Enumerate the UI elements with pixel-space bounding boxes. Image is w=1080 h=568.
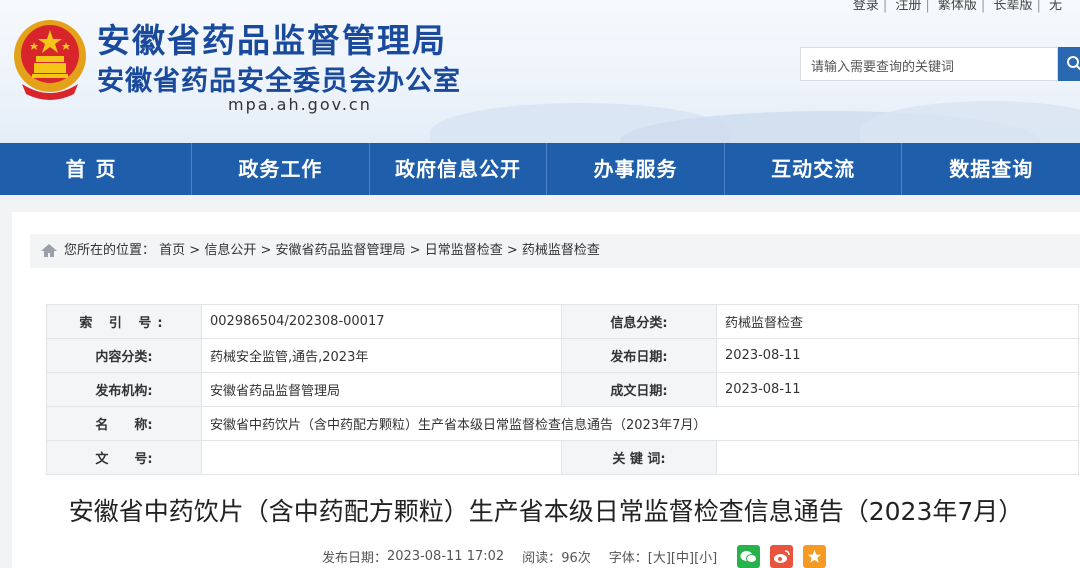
nav-interaction[interactable]: 互动交流 (725, 143, 903, 195)
nav-government-affairs[interactable]: 政务工作 (192, 143, 370, 195)
name-label: 名 称: (46, 406, 202, 441)
index-value: 002986504/202308-00017 (201, 304, 562, 339)
nav-data-query[interactable]: 数据查询 (902, 143, 1080, 195)
nav-services[interactable]: 办事服务 (547, 143, 725, 195)
national-emblem-icon (14, 20, 86, 100)
search-input[interactable]: 请输入需要查询的关键词 (800, 47, 1058, 81)
search-icon (1067, 56, 1080, 71)
breadcrumb-item[interactable]: 信息公开 (204, 243, 256, 258)
pubdate-label: 发布日期： (322, 551, 388, 566)
traditional-link[interactable]: 繁体版 (938, 0, 977, 13)
nav-home[interactable]: 首页 (0, 143, 193, 195)
org-name: 安徽省药品监督管理局 (97, 21, 447, 60)
font-size-label: 字体： (608, 551, 648, 566)
category-label: 信息分类: (561, 304, 717, 339)
elder-version-link[interactable]: 长辈版 (993, 0, 1032, 13)
content-value: 药械安全监管,通告,2023年 (201, 338, 562, 373)
breadcrumb-item[interactable]: 日常监督检查 (425, 243, 503, 258)
table-row: 发布机构: 安徽省药品监督管理局 成文日期: 2023-08-11 (46, 372, 1079, 407)
table-row: 索 引 号: 002986504/202308-00017 信息分类: 药械监督… (46, 304, 1079, 339)
category-value: 药械监督检查 (716, 304, 1079, 339)
breadcrumb-item[interactable]: 药械监督检查 (522, 243, 600, 258)
name-value: 安徽省中药饮片（含中药配方颗粒）生产省本级日常监督检查信息通告（2023年7月） (201, 406, 1079, 441)
pubdate-label: 发布日期: (561, 338, 717, 373)
info-metadata-table: 索 引 号: 002986504/202308-00017 信息分类: 药械监督… (46, 304, 1079, 475)
header-decoration (860, 101, 1080, 143)
content-label: 内容分类: (46, 338, 202, 373)
read-count-label: 阅读： (522, 551, 562, 566)
table-row: 名 称: 安徽省中药饮片（含中药配方颗粒）生产省本级日常监督检查信息通告（202… (46, 406, 1079, 441)
article-info-bar: 发布日期： 2023-08-11 17:02 阅读： 96次 字体： [大] [… (322, 545, 827, 568)
content-panel: 您所在的位置： 首页 > 信息公开 > 安徽省药品监督管理局 > 日常监督检查 … (12, 212, 1080, 568)
login-link[interactable]: 登录 (853, 0, 879, 13)
accessibility-link[interactable]: 无 (1049, 0, 1062, 13)
font-small-button[interactable]: [小] (694, 547, 717, 566)
search-button[interactable] (1058, 47, 1080, 81)
read-count-value: 96次 (561, 551, 591, 566)
breadcrumb-prefix: 您所在的位置： (64, 243, 156, 258)
article-title: 安徽省中药饮片（含中药配方颗粒）生产省本级日常监督检查信息通告（2023年7月） (68, 497, 1024, 526)
top-links: 登录 | 注册 | 繁体版 | 长辈版 | 无 (852, 0, 1062, 13)
favorite-button[interactable] (803, 545, 827, 568)
font-large-button[interactable]: [大] (648, 547, 671, 566)
docdate-value: 2023-08-11 (716, 372, 1079, 407)
issuer-value: 安徽省药品监督管理局 (201, 372, 562, 407)
wechat-icon (740, 550, 758, 563)
index-label: 索 引 号: (46, 304, 202, 339)
table-row: 内容分类: 药械安全监管,通告,2023年 发布日期: 2023-08-11 (46, 338, 1079, 373)
org-name-secondary: 安徽省药品安全委员会办公室 (97, 66, 461, 97)
docdate-label: 成文日期: (561, 372, 717, 407)
nav-info-disclosure[interactable]: 政府信息公开 (370, 143, 548, 195)
keywords-value (716, 440, 1079, 475)
weibo-icon (774, 549, 790, 563)
docno-value (201, 440, 562, 475)
main-nav: 首页 政务工作 政府信息公开 办事服务 互动交流 数据查询 (0, 143, 1080, 195)
font-medium-button[interactable]: [中] (671, 547, 694, 566)
issuer-label: 发布机构: (46, 372, 202, 407)
weibo-share-button[interactable] (770, 545, 794, 568)
docno-label: 文 号: (46, 440, 202, 475)
breadcrumb-item[interactable]: 安徽省药品监督管理局 (276, 243, 406, 258)
site-header: 安徽省药品监督管理局 安徽省药品安全委员会办公室 mpa.ah.gov.cn 登… (0, 0, 1080, 143)
pubdate-value: 2023-08-11 17:02 (387, 549, 505, 564)
breadcrumb-item[interactable]: 首页 (159, 243, 185, 258)
keywords-label: 关 键 词: (561, 440, 717, 475)
home-icon (41, 244, 57, 257)
site-domain: mpa.ah.gov.cn (228, 95, 372, 114)
favorite-icon (808, 550, 822, 563)
register-link[interactable]: 注册 (895, 0, 921, 13)
page: 安徽省药品监督管理局 安徽省药品安全委员会办公室 mpa.ah.gov.cn 登… (0, 0, 1080, 568)
breadcrumb: 您所在的位置： 首页 > 信息公开 > 安徽省药品监督管理局 > 日常监督检查 … (30, 234, 1080, 268)
wechat-share-button[interactable] (737, 545, 761, 568)
table-row: 文 号: 关 键 词: (46, 440, 1079, 475)
pubdate-value: 2023-08-11 (716, 338, 1079, 373)
